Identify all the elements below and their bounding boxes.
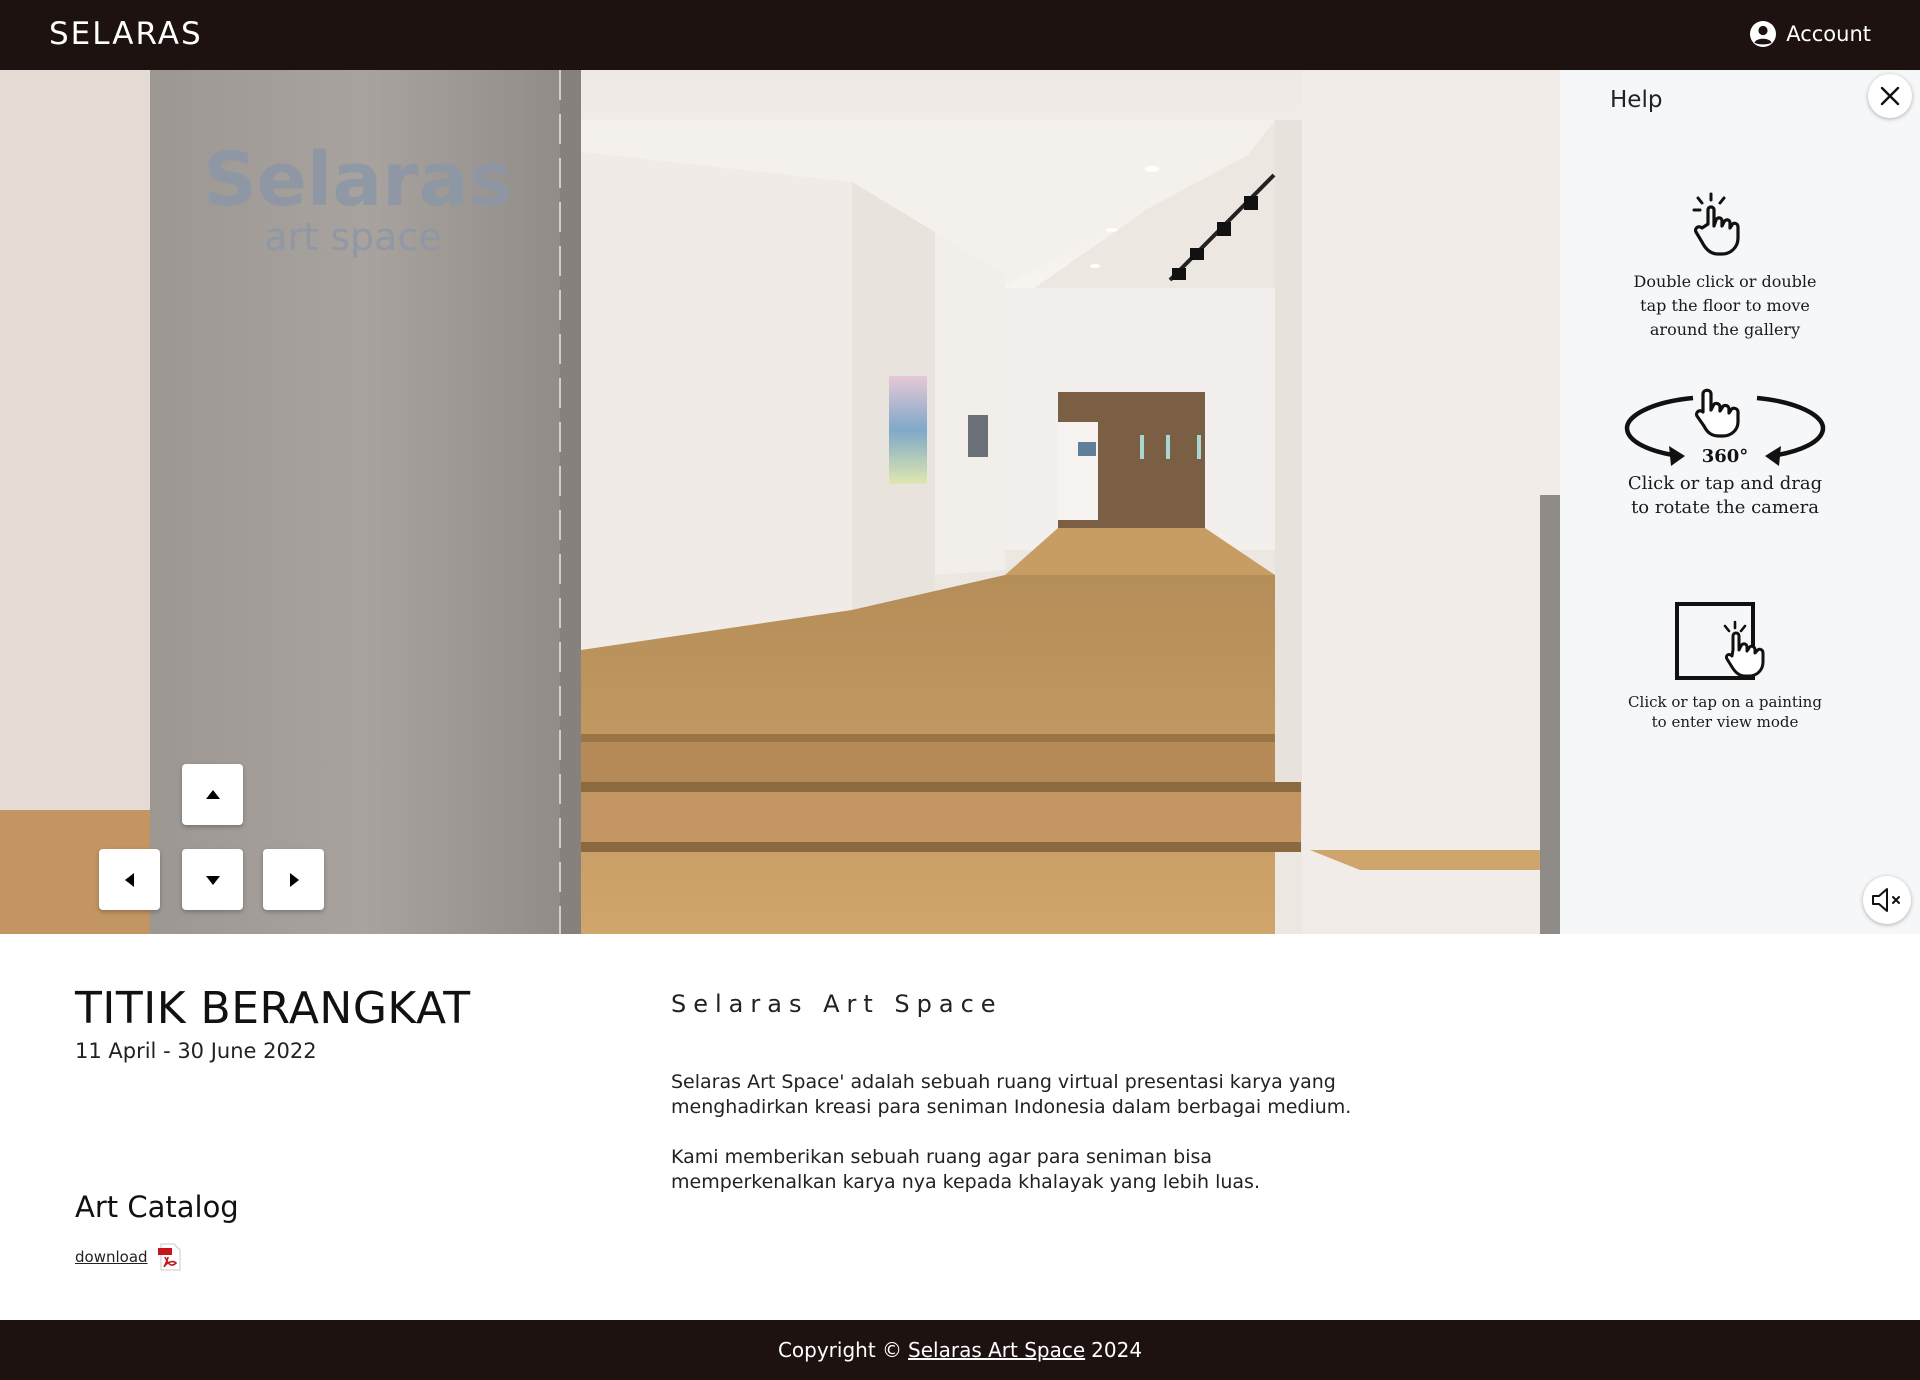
move-back-button[interactable]	[182, 849, 243, 910]
exhibition-title: TITIK BERANGKAT	[75, 983, 471, 1034]
arrow-up-icon	[205, 789, 220, 799]
user-circle-icon	[1749, 20, 1777, 48]
top-nav-bar: SELARAS Account	[0, 0, 1920, 70]
rotate-360-hand-icon: 360°	[1624, 388, 1826, 467]
tap-painting-icon	[1675, 602, 1765, 680]
arrow-down-icon	[205, 875, 220, 885]
about-description: Selaras Art Space' adalah sebuah ruang v…	[671, 1070, 1371, 1195]
wall-sign-sub: art space	[264, 215, 441, 259]
brand-logo[interactable]: SELARAS	[49, 16, 203, 52]
close-icon	[1880, 86, 1900, 106]
help-item-view: Click or tap on a painting to enter view…	[1560, 598, 1890, 732]
help-item-rotate: 360° Click or tap and drag to rotate the…	[1560, 382, 1890, 520]
footer-site-link[interactable]: Selaras Art Space	[908, 1338, 1085, 1362]
about-paragraph-2: Kami memberikan sebuah ruang agar para s…	[671, 1146, 1260, 1193]
exhibition-dates: 11 April - 30 June 2022	[75, 1039, 317, 1063]
help-text-rotate: Click or tap and drag to rotate the came…	[1627, 473, 1823, 518]
double-tap-hand-icon	[1692, 192, 1740, 256]
about-paragraph-1: Selaras Art Space' adalah sebuah ruang v…	[671, 1071, 1352, 1118]
download-link[interactable]: download	[75, 1248, 148, 1266]
speaker-muted-icon	[1872, 888, 1900, 912]
footer: Copyright © Selaras Art Space 2024	[0, 1320, 1920, 1380]
close-help-button[interactable]	[1868, 74, 1912, 118]
help-text-view: Click or tap on a painting to enter view…	[1628, 693, 1822, 731]
gallery-3d-viewport[interactable]: Selaras art space	[0, 70, 1560, 934]
copyright-prefix: Copyright ©	[777, 1338, 903, 1362]
arrow-left-icon	[124, 872, 134, 887]
pdf-icon[interactable]	[157, 1243, 183, 1271]
catalog-download: download	[75, 1243, 183, 1271]
copyright-year: 2024	[1091, 1338, 1143, 1362]
mute-toggle-button[interactable]	[1863, 876, 1911, 924]
help-title: Help	[1610, 87, 1663, 113]
about-title: Selaras Art Space	[671, 990, 1003, 1018]
help-text-move: Double click or double tap the floor to …	[1633, 272, 1817, 339]
help-panel: Help Double click or double tap the floo…	[1560, 70, 1920, 934]
account-button[interactable]: Account	[1749, 20, 1871, 48]
wall-sign-main: Selaras	[203, 137, 512, 223]
turn-left-button[interactable]	[99, 849, 160, 910]
move-forward-button[interactable]	[182, 764, 243, 825]
turn-right-button[interactable]	[263, 849, 324, 910]
art-catalog-heading: Art Catalog	[75, 1190, 239, 1224]
rotate-360-label: 360°	[1702, 446, 1749, 467]
arrow-right-icon	[289, 872, 299, 887]
help-item-move: Double click or double tap the floor to …	[1560, 190, 1890, 342]
account-label: Account	[1786, 22, 1871, 46]
